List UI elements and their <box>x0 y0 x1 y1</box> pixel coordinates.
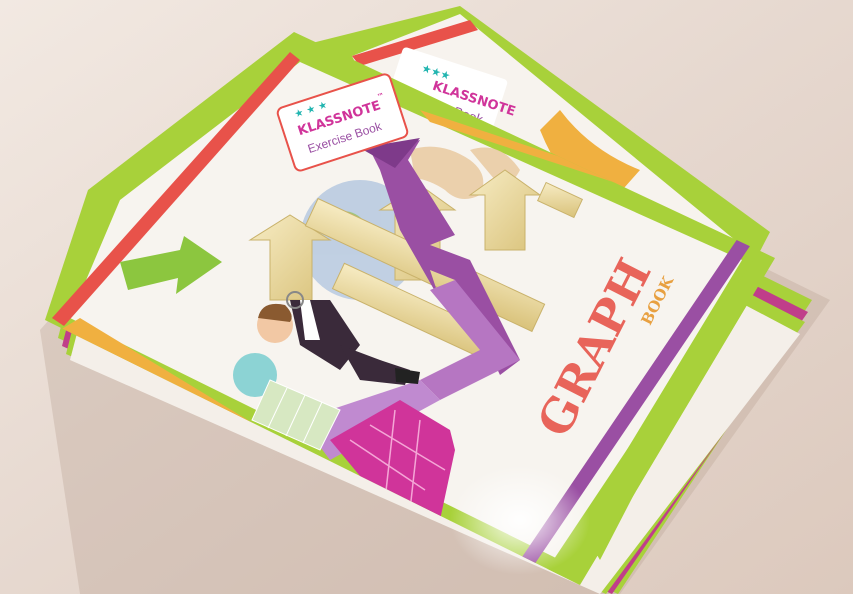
photo-scene: ★★★ KLASSNOTE Book <box>0 0 853 594</box>
light-glare <box>450 465 590 575</box>
book-stack-illustration: ★★★ KLASSNOTE Book <box>0 0 853 594</box>
